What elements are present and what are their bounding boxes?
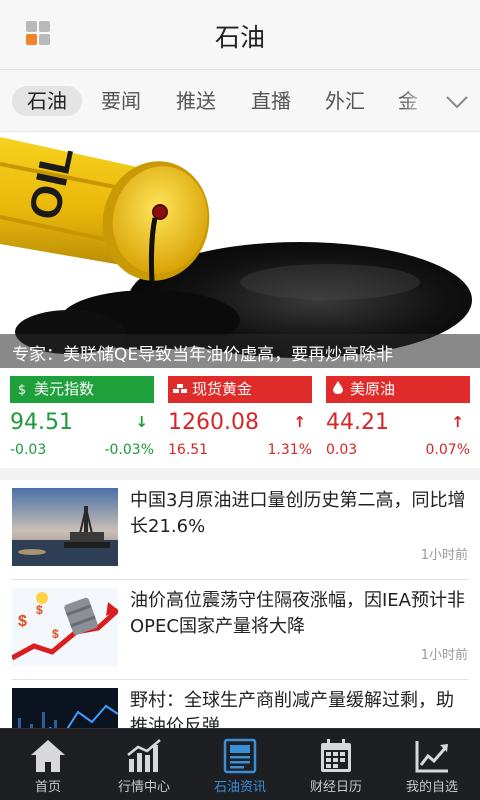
category-tabs: 石油 要闻 推送 直播 外汇 金 (0, 70, 480, 132)
news-item[interactable]: 中国3月原油进口量创历史第二高，同比增长21.6% 1小时前 (12, 480, 468, 580)
headline-banner[interactable]: OIL 专家：美联储QE导致当年油价虚高，要再炒高除非 (0, 132, 480, 368)
ticker-us-crude[interactable]: 美原油 44.21 ↑ 0.03 0.07% (326, 376, 470, 462)
ticker-header: $ 美元指数 (10, 376, 154, 403)
nav-market-center[interactable]: 行情中心 (96, 729, 192, 800)
svg-text:$: $ (18, 613, 27, 630)
news-title: 油价高位震荡守住隔夜涨幅，因IEA预计非OPEC国家产量将大降 (130, 590, 465, 637)
trend-line-icon (415, 741, 448, 773)
ticker-header: 美原油 (326, 376, 470, 403)
gold-bars-icon (172, 377, 188, 404)
ticker-dollar-index[interactable]: $ 美元指数 94.51 ↓ -0.03 -0.03% (10, 376, 154, 462)
calendar-icon (321, 739, 351, 772)
tab-live[interactable]: 直播 (251, 86, 291, 116)
banner-caption-text: 专家：美联储QE导致当年油价虚高，要再炒高除非 (12, 345, 394, 365)
tab-headlines[interactable]: 要闻 (101, 86, 141, 116)
news-time: 1小时前 (420, 648, 468, 663)
ticker-change: -0.03 (10, 442, 47, 458)
tab-fade (400, 70, 440, 131)
ticker-change: 16.51 (168, 442, 209, 458)
nav-label: 首页 (34, 780, 61, 795)
ticker-price: 1260.08 (168, 410, 259, 435)
newspaper-icon (223, 738, 257, 774)
news-item[interactable]: 野村：全球生产商削减产量缓解过剩，助推油价反弹 (12, 680, 468, 728)
ticker-spot-gold[interactable]: 现货黄金 1260.08 ↑ 16.51 1.31% (168, 376, 312, 462)
page-title: 石油 (214, 23, 265, 52)
nav-oil-news[interactable]: 石油资讯 (192, 729, 288, 800)
home-icon (31, 740, 65, 772)
market-chart-thumbnail (12, 688, 118, 728)
news-item[interactable]: $ $ $ 油价高位震荡守住隔夜涨幅，因IEA预计非OPEC国家产量将大降 1小… (12, 580, 468, 680)
oil-rig-thumbnail (12, 488, 118, 566)
arrow-down-icon: ↓ (135, 413, 148, 431)
banner-caption: 专家：美联储QE导致当年油价虚高，要再炒高除非 (0, 334, 480, 368)
tab-push[interactable]: 推送 (176, 86, 216, 116)
arrow-up-icon: ↑ (451, 413, 464, 431)
dollar-icon: $ (17, 383, 27, 398)
chart-bars-icon (127, 739, 161, 772)
nav-label: 财经日历 (309, 780, 362, 795)
svg-text:$: $ (52, 627, 59, 641)
oil-price-cartoon-thumbnail: $ $ $ (12, 588, 118, 666)
ticker-percent: 0.07% (425, 442, 470, 458)
news-title: 中国3月原油进口量创历史第二高，同比增长21.6% (130, 490, 466, 537)
ticker-name: 现货黄金 (192, 380, 253, 398)
bottom-navigation: 首页 行情中心 石油资讯 财经日历 我的自选 (0, 728, 480, 800)
chevron-down-icon[interactable] (442, 88, 472, 116)
nav-finance-calendar[interactable]: 财经日历 (288, 729, 384, 800)
ticker-name: 美原油 (350, 380, 396, 398)
ticker-change: 0.03 (326, 442, 358, 458)
nav-label: 我的自选 (405, 780, 458, 795)
ticker-percent: -0.03% (104, 442, 154, 458)
ticker-percent: 1.31% (267, 442, 312, 458)
market-tickers: $ 美元指数 94.51 ↓ -0.03 -0.03% 现货黄金 1260.08 … (0, 368, 480, 468)
svg-text:$: $ (36, 603, 43, 617)
nav-home[interactable]: 首页 (0, 729, 96, 800)
news-time: 1小时前 (420, 548, 468, 563)
nav-watchlist[interactable]: 我的自选 (384, 729, 480, 800)
arrow-up-icon: ↑ (293, 413, 306, 431)
news-title: 野村：全球生产商削减产量缓解过剩，助推油价反弹 (130, 690, 454, 728)
tab-oil[interactable]: 石油 (12, 86, 82, 116)
ticker-price: 44.21 (326, 410, 389, 435)
tab-forex[interactable]: 外汇 (325, 86, 365, 116)
nav-label: 行情中心 (117, 780, 170, 795)
ticker-header: 现货黄金 (168, 376, 312, 403)
nav-label: 石油资讯 (213, 780, 266, 795)
ticker-name: 美元指数 (34, 380, 95, 398)
app-header: 石油 (0, 0, 480, 70)
news-list: 中国3月原油进口量创历史第二高，同比增长21.6% 1小时前 $ $ $ 油价高… (0, 480, 480, 728)
ticker-price: 94.51 (10, 410, 73, 435)
oil-drop-icon (330, 377, 346, 404)
oil-barrel-image: OIL (0, 132, 480, 368)
